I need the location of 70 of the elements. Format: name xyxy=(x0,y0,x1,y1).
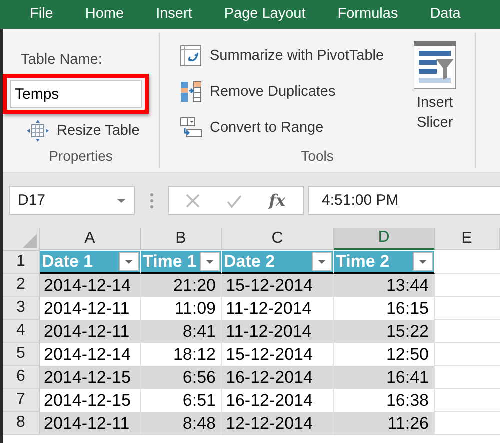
filter-button[interactable] xyxy=(200,252,220,271)
filter-button[interactable] xyxy=(312,252,332,271)
table-cell: 6:56 xyxy=(141,366,222,389)
table-cell: 21:20 xyxy=(141,274,222,297)
table-cell: 11-12-2014 xyxy=(222,320,334,343)
table-cell: 2014-12-15 xyxy=(40,366,141,389)
group-label: Properties xyxy=(48,148,114,166)
ribbon-tab[interactable]: Insert xyxy=(156,6,192,24)
grip-icon xyxy=(150,192,154,208)
row-header[interactable]: 3 xyxy=(3,297,40,320)
table-cell: 16-12-2014 xyxy=(222,366,334,389)
formula-field[interactable]: 4:51:00 PM xyxy=(308,186,500,215)
dropdown-arrow-icon xyxy=(419,260,427,264)
dropdown-arrow-icon xyxy=(125,260,133,264)
table-cell: 8:41 xyxy=(141,320,222,343)
table-cell: 13:44 xyxy=(334,274,435,297)
ribbon-tab[interactable]: Data xyxy=(430,6,461,24)
dropdown-arrow-icon xyxy=(318,260,326,264)
table-cell: 2014-12-11 xyxy=(40,412,141,435)
table-cell: 2014-12-11 xyxy=(40,320,141,343)
select-all-icon xyxy=(23,234,37,248)
group-label: Tools xyxy=(300,148,335,166)
field-label: Table Name: xyxy=(21,52,104,68)
remove-duplicates-icon xyxy=(180,81,202,103)
check-icon xyxy=(227,194,242,208)
table-cell: 2014-12-14 xyxy=(40,274,141,297)
filter-button[interactable] xyxy=(413,252,433,271)
ribbon-tab[interactable]: File xyxy=(30,6,54,24)
tool-button[interactable]: Summarize with PivotTable xyxy=(180,45,384,67)
column-header[interactable]: D xyxy=(334,228,435,250)
cell-reference: D17 xyxy=(18,192,46,209)
table-header-cell: Time 1 xyxy=(141,251,222,274)
row-header[interactable]: 8 xyxy=(3,412,40,435)
name-box[interactable]: D17 xyxy=(9,186,135,215)
column-header[interactable]: C xyxy=(222,228,334,250)
slicer-icon xyxy=(414,41,456,89)
row-header[interactable]: 5 xyxy=(3,343,40,366)
row-header[interactable]: 2 xyxy=(3,274,40,297)
table-cell: 8:48 xyxy=(141,412,222,435)
convert-icon xyxy=(180,117,202,139)
table-cell: 15:22 xyxy=(334,320,435,343)
table-name-field[interactable]: Temps xyxy=(10,80,142,108)
table-header-cell: Date 2 xyxy=(222,251,334,274)
insert-function-button[interactable]: fx xyxy=(269,191,286,210)
filter-button[interactable] xyxy=(119,252,139,271)
ribbon-tab[interactable]: Page Layout xyxy=(224,6,306,24)
table-cell: 16:41 xyxy=(334,366,435,389)
column-header[interactable]: A xyxy=(40,228,141,250)
cancel-icon xyxy=(186,194,200,208)
tool-button[interactable]: Convert to Range xyxy=(180,117,384,139)
table-header-cell: Time 2 xyxy=(334,251,435,274)
column-header[interactable]: B xyxy=(141,228,222,250)
dropdown-arrow-icon xyxy=(117,198,126,202)
resize-table-button[interactable]: Resize Table xyxy=(27,120,159,142)
row-header[interactable]: 6 xyxy=(3,366,40,389)
row-header[interactable]: 1 xyxy=(3,251,40,274)
dropdown-arrow-icon xyxy=(206,260,214,264)
column-header[interactable]: E xyxy=(435,228,500,250)
table-cell: 15-12-2014 xyxy=(222,274,334,297)
table-header-cell: Date 1 xyxy=(40,251,141,274)
tool-button[interactable]: Remove Duplicates xyxy=(180,81,384,103)
row-header[interactable]: 4 xyxy=(3,320,40,343)
ribbon-tab[interactable]: Home xyxy=(85,6,124,24)
table-cell: 12-12-2014 xyxy=(222,412,334,435)
table-cell: 11:26 xyxy=(334,412,435,435)
ribbon-tab[interactable]: Formulas xyxy=(338,6,398,24)
resize-icon xyxy=(27,120,49,142)
pivot-table-icon xyxy=(180,45,202,67)
row-header[interactable]: 7 xyxy=(3,389,40,412)
insert-slicer-button[interactable]: Insert Slicer xyxy=(408,41,462,148)
